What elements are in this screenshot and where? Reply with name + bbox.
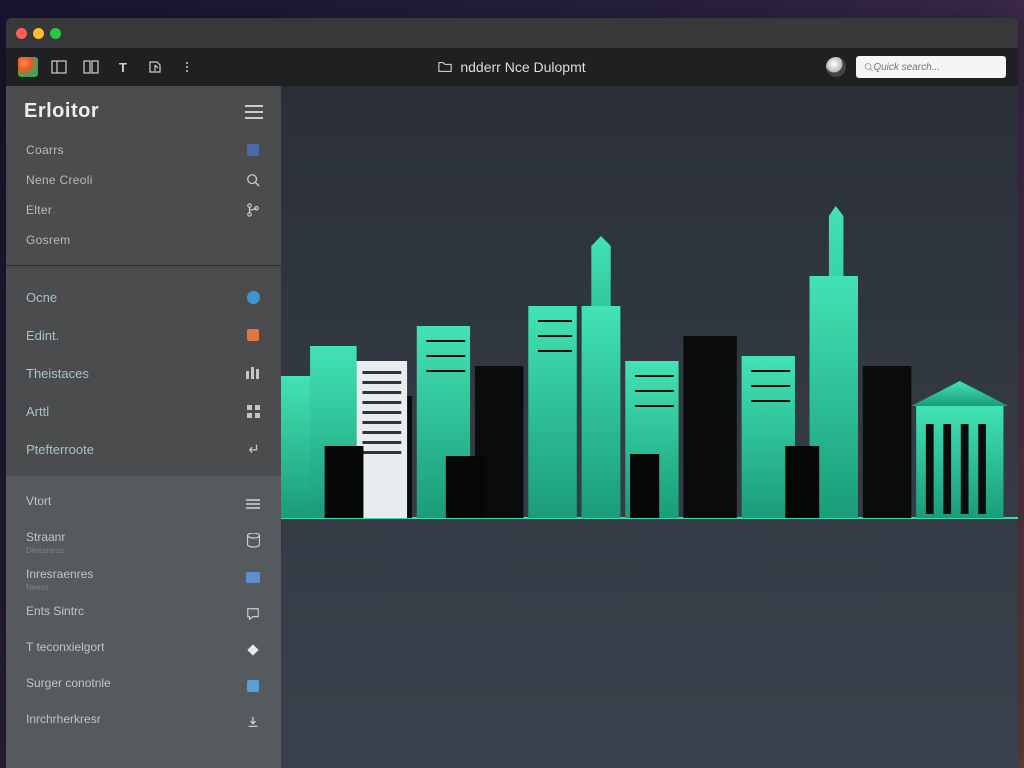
sidebar-item-tteconx[interactable]: T teconxielgort (6, 634, 281, 670)
sidebar-item-ptefterroote[interactable]: Ptefterroote (6, 430, 281, 468)
minimize-window-button[interactable] (33, 28, 44, 39)
sidebar: Erloitor Coarrs Nene Creoli Elter (6, 86, 281, 768)
maximize-window-button[interactable] (50, 28, 61, 39)
lines-icon (245, 496, 261, 512)
file-icon (245, 142, 261, 158)
sidebar-item-ents[interactable]: Ents Sintrc (6, 598, 281, 634)
app-logo-icon (18, 57, 38, 77)
sidebar-section-recent: Coarrs Nene Creoli Elter Gosrem (6, 133, 281, 263)
sidebar-item-inrchrher[interactable]: Inrchrherkresr (6, 706, 281, 742)
search-icon (245, 172, 261, 188)
text-tool-icon[interactable]: T (112, 56, 134, 78)
menu-icon[interactable] (245, 105, 263, 119)
sidebar-item-surger[interactable]: Surger conotnle (6, 670, 281, 706)
diamond-icon (245, 642, 261, 658)
toolbar: T ndderr Nce Dulopmt (6, 48, 1018, 86)
sidebar-title: Erloitor (24, 100, 99, 123)
download-icon (245, 714, 261, 730)
canvas[interactable] (281, 86, 1018, 768)
card-blue-icon (245, 569, 261, 585)
split-view-icon[interactable] (80, 56, 102, 78)
branch-icon (245, 202, 261, 218)
search-icon (864, 62, 873, 72)
sidebar-item-gosrem[interactable]: Gosrem (6, 225, 281, 255)
export-icon[interactable] (144, 56, 166, 78)
sidebar-item-straanr[interactable]: StraanrDieesrerss (6, 524, 281, 561)
return-icon (245, 441, 261, 457)
divider (6, 265, 281, 266)
chat-icon (245, 606, 261, 622)
sidebar-item-inresraenres[interactable]: InresraenresNeess (6, 561, 281, 598)
window-controls (16, 28, 61, 39)
sidebar-item-ocne[interactable]: Ocne (6, 278, 281, 316)
sidebar-item-elter[interactable]: Elter (6, 195, 281, 225)
search-input[interactable] (873, 62, 998, 73)
body: Erloitor Coarrs Nene Creoli Elter (6, 86, 1018, 768)
sidebar-section-tools: Ocne Edint. Theistaces Arttl Ptefterroot… (6, 268, 281, 476)
sidebar-item-arttl[interactable]: Arttl (6, 392, 281, 430)
close-window-button[interactable] (16, 28, 27, 39)
search-input-wrap[interactable] (856, 56, 1006, 78)
titlebar (6, 18, 1018, 48)
square-orange-icon (245, 327, 261, 343)
folder-icon (438, 60, 452, 74)
panel-toggle-icon[interactable] (48, 56, 70, 78)
square-lblue-icon (245, 678, 261, 694)
toolbar-right (826, 56, 1006, 78)
sidebar-item-coarrs[interactable]: Coarrs (6, 135, 281, 165)
skyline-graphic (281, 206, 1018, 536)
sidebar-section-more: Vtort StraanrDieesrerss InresraenresNees… (6, 476, 281, 768)
user-avatar[interactable] (826, 57, 846, 77)
circle-blue-icon (245, 289, 261, 305)
app-title-text: ndderr Nce Dulopmt (460, 59, 585, 75)
toolbar-left: T (18, 56, 198, 78)
toolbar-title: ndderr Nce Dulopmt (198, 59, 826, 75)
grid-icon (245, 403, 261, 419)
app-window: T ndderr Nce Dulopmt Er (6, 18, 1018, 768)
bars-icon (245, 365, 261, 381)
sidebar-item-nene[interactable]: Nene Creoli (6, 165, 281, 195)
sidebar-header: Erloitor (6, 86, 281, 133)
sidebar-item-edint[interactable]: Edint. (6, 316, 281, 354)
blank-icon (245, 232, 261, 248)
more-icon[interactable] (176, 56, 198, 78)
sidebar-item-theistaces[interactable]: Theistaces (6, 354, 281, 392)
sidebar-item-vtort[interactable]: Vtort (6, 488, 281, 524)
db-icon (245, 532, 261, 548)
